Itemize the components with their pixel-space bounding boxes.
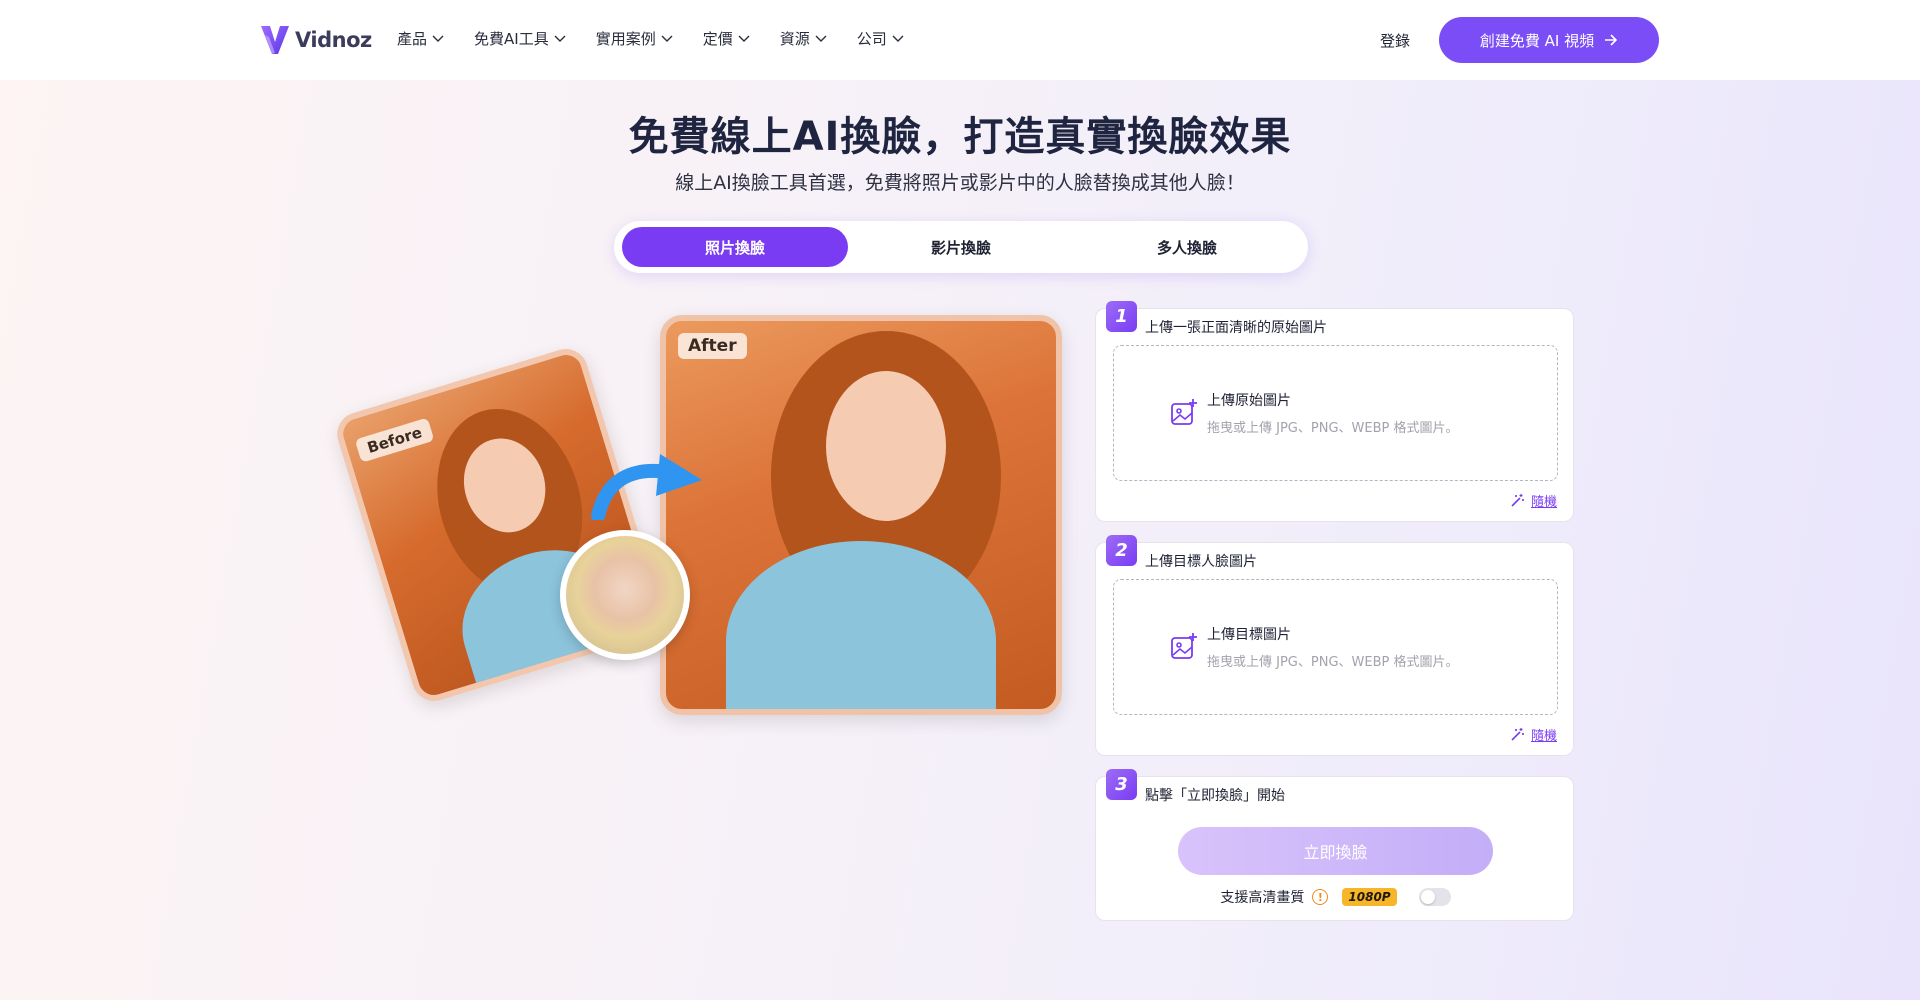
chevron-down-icon: [738, 35, 750, 42]
menu-item-free-ai-tools[interactable]: 免費AI工具: [474, 28, 566, 49]
page-subtitle: 線上AI換臉工具首選，免費將照片或影片中的人臉替換成其他人臉！: [675, 172, 1245, 194]
menu-item-use-cases[interactable]: 實用案例: [596, 28, 673, 49]
hd-1080p-badge: 1080P: [1342, 888, 1397, 906]
hd-quality-row: 支援高清畫質 ! 1080P: [1096, 887, 1575, 907]
upload-title: 上傳目標圖片: [1207, 627, 1291, 643]
image-upload-icon: [1171, 633, 1197, 659]
random-label: 隨機: [1530, 729, 1557, 744]
menu-label: 定價: [702, 30, 733, 48]
target-face-image: [560, 530, 690, 660]
swap-arrow-icon: [591, 454, 702, 520]
chevron-down-icon: [815, 35, 827, 42]
chevron-down-icon: [892, 35, 904, 42]
image-upload-icon: [1171, 399, 1197, 425]
page-title: 免費線上AI換臉，打造真實換臉效果: [628, 114, 1292, 160]
top-nav: Vidnoz 產品 免費AI工具 實用案例 定價 資源 公司 登錄 創建免費 A…: [0, 0, 1920, 80]
create-free-ai-video-button[interactable]: 創建免費 AI 視頻: [1439, 17, 1659, 63]
swap-now-button[interactable]: 立即換臉: [1178, 827, 1493, 875]
step-1-card: 1 上傳一張正面清晰的原始圖片 上傳原始圖片 拖曳或上傳 JPG、PNG、WEB…: [1095, 301, 1574, 522]
hd-quality-label: 支援高清畫質: [1220, 890, 1305, 906]
upload-hint: 拖曳或上傳 JPG、PNG、WEBP 格式圖片。: [1207, 655, 1459, 670]
step-number: 2: [1106, 535, 1137, 566]
random-target-link[interactable]: 隨機: [1510, 725, 1557, 744]
main-menu: 產品 免費AI工具 實用案例 定價 資源 公司: [397, 28, 934, 49]
chevron-down-icon: [554, 35, 566, 42]
info-icon[interactable]: !: [1312, 889, 1329, 905]
step-title: 上傳目標人臉圖片: [1145, 554, 1257, 570]
vidnoz-logo-icon: [261, 26, 289, 54]
menu-label: 資源: [779, 30, 810, 48]
upload-title: 上傳原始圖片: [1207, 393, 1291, 409]
random-label: 隨機: [1530, 495, 1557, 510]
after-image: After: [660, 315, 1062, 715]
before-badge: Before: [354, 417, 435, 463]
menu-item-resources[interactable]: 資源: [780, 28, 827, 49]
step-title: 點擊「立即換臉」開始: [1145, 788, 1285, 804]
tab-video-face-swap[interactable]: 影片換臉: [848, 227, 1074, 267]
menu-label: 免費AI工具: [474, 30, 549, 48]
chevron-down-icon: [432, 35, 444, 42]
upload-hint: 拖曳或上傳 JPG、PNG、WEBP 格式圖片。: [1207, 421, 1459, 436]
face-swap-illustration: Before After: [331, 300, 1080, 740]
chevron-down-icon: [661, 35, 673, 42]
menu-label: 公司: [856, 30, 887, 48]
menu-item-products[interactable]: 產品: [397, 28, 444, 49]
menu-label: 實用案例: [595, 30, 656, 48]
step-title: 上傳一張正面清晰的原始圖片: [1145, 320, 1327, 336]
menu-label: 產品: [397, 30, 428, 48]
step-3-card: 3 點擊「立即換臉」開始 立即換臉 支援高清畫質 ! 1080P: [1095, 769, 1575, 921]
logo-text: Vidnoz: [295, 28, 372, 52]
login-link[interactable]: 登錄: [1380, 30, 1410, 51]
random-original-link[interactable]: 隨機: [1510, 491, 1557, 510]
step-number: 3: [1106, 769, 1137, 800]
tab-multi-face-swap[interactable]: 多人換臉: [1074, 227, 1300, 267]
menu-item-pricing[interactable]: 定價: [703, 28, 750, 49]
step-2-card: 2 上傳目標人臉圖片 上傳目標圖片 拖曳或上傳 JPG、PNG、WEBP 格式圖…: [1095, 535, 1574, 756]
menu-item-company[interactable]: 公司: [857, 28, 904, 49]
vidnoz-logo[interactable]: Vidnoz: [259, 22, 372, 58]
face-shape: [826, 371, 946, 521]
magic-wand-icon: [1511, 728, 1524, 741]
face-swap-mode-tabs: 照片換臉 影片換臉 多人換臉: [614, 221, 1308, 273]
step-number: 1: [1106, 301, 1137, 332]
after-badge: After: [678, 333, 747, 359]
upload-original-image-dropzone[interactable]: 上傳原始圖片 拖曳或上傳 JPG、PNG、WEBP 格式圖片。: [1113, 345, 1558, 481]
arrow-right-icon: [1605, 34, 1618, 46]
upload-target-image-dropzone[interactable]: 上傳目標圖片 拖曳或上傳 JPG、PNG、WEBP 格式圖片。: [1113, 579, 1558, 715]
tab-photo-face-swap[interactable]: 照片換臉: [622, 227, 848, 267]
magic-wand-icon: [1511, 494, 1524, 507]
cta-label: 創建免費 AI 視頻: [1479, 31, 1595, 50]
hd-quality-toggle[interactable]: [1418, 888, 1451, 906]
